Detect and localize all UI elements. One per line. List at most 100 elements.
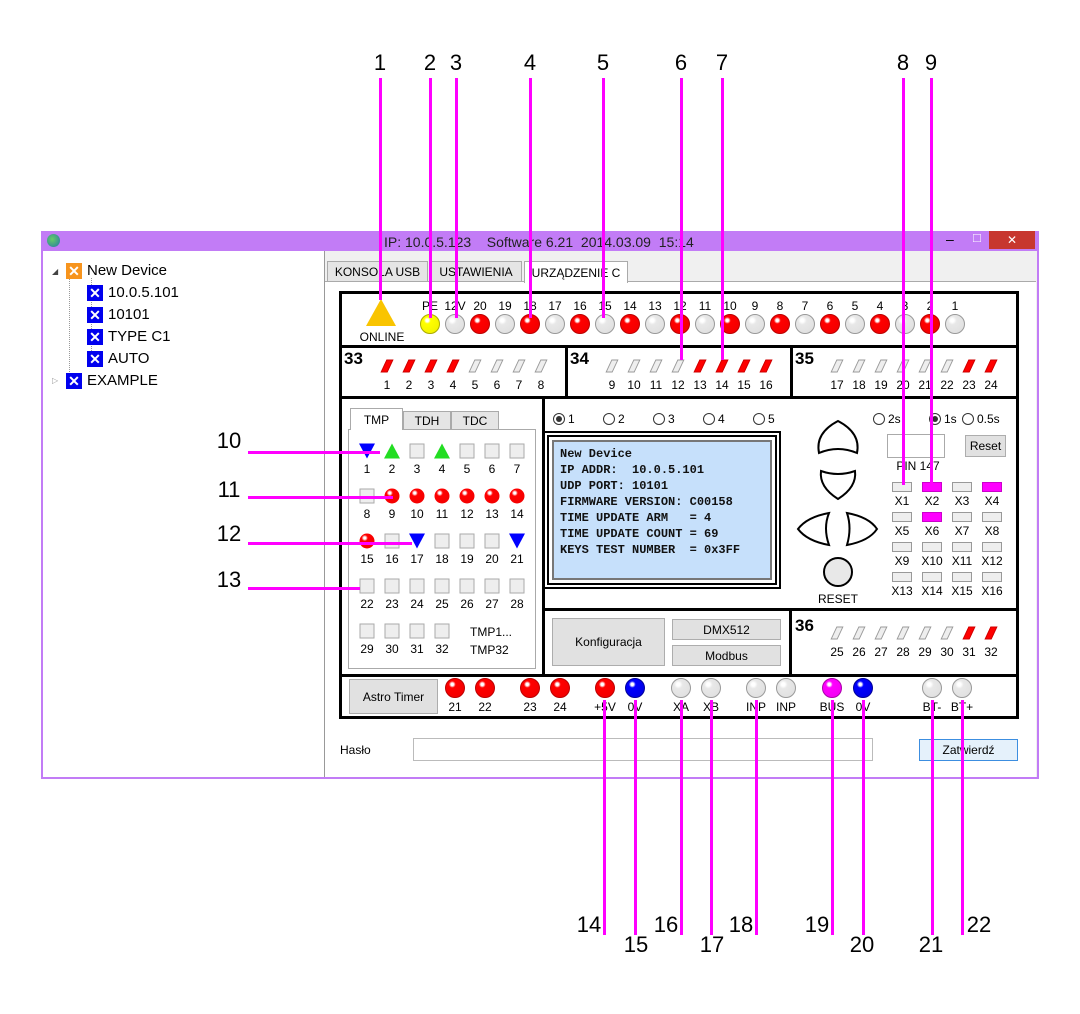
- property-icon: ✕: [87, 328, 103, 345]
- tmp-sensor-inactive: [509, 578, 525, 594]
- up-key[interactable]: [817, 419, 859, 455]
- radio-icon: [962, 413, 974, 425]
- divider: [339, 674, 1019, 677]
- maximize-button[interactable]: □: [973, 230, 981, 245]
- output-indicator: [982, 512, 1002, 522]
- output-label: X12: [981, 554, 1003, 568]
- interval-radio-0.5s[interactable]: 0.5s: [962, 412, 1000, 426]
- interval-radio-1s[interactable]: 1s: [929, 412, 957, 426]
- tree-node-type[interactable]: ✕ TYPE C1: [87, 328, 171, 345]
- output-label: X8: [984, 524, 1000, 538]
- led-label: 16: [573, 299, 587, 313]
- tab-tdh[interactable]: TDH: [403, 411, 451, 430]
- slot-indicator-label: 8: [537, 378, 545, 392]
- status-led: [570, 314, 590, 334]
- status-led: [695, 314, 715, 334]
- close-button[interactable]: ✕: [989, 231, 1035, 249]
- screen-radio-1[interactable]: 1: [553, 412, 575, 426]
- callout-line: [902, 78, 905, 485]
- terminal-label: 22: [478, 700, 492, 714]
- password-input[interactable]: [413, 738, 873, 761]
- output-indicator: [892, 542, 912, 552]
- tmp-sensor-label: 21: [510, 552, 524, 566]
- nav-keypad: [796, 419, 879, 587]
- lcd-line: TIME UPDATE ARM = 4: [560, 511, 712, 525]
- property-icon: ✕: [87, 350, 103, 367]
- pin-input[interactable]: [887, 434, 945, 458]
- tmp-sensor-label: 2: [388, 462, 396, 476]
- tab-konsola-usb[interactable]: KONSOLA USB: [327, 261, 428, 282]
- slot-indicator-label: 14: [715, 378, 729, 392]
- slot-indicator-label: 31: [962, 645, 976, 659]
- led-label: 17: [548, 299, 562, 313]
- output-label: X5: [894, 524, 910, 538]
- reset-key[interactable]: [823, 557, 853, 587]
- pin-reset-button[interactable]: Reset: [965, 435, 1006, 457]
- online-label: ONLINE: [359, 330, 405, 344]
- astro-timer-button[interactable]: Astro Timer: [349, 679, 438, 714]
- output-label: X10: [921, 554, 943, 568]
- right-key[interactable]: [845, 511, 879, 547]
- radio-label: 2: [618, 412, 625, 426]
- terminal-led: [520, 678, 540, 698]
- tab-ustawienia[interactable]: USTAWIENIA: [430, 261, 522, 282]
- minimize-button[interactable]: –: [946, 231, 954, 247]
- tmp-sensor-label: 20: [485, 552, 499, 566]
- callout-line: [379, 78, 382, 300]
- down-key[interactable]: [819, 469, 857, 501]
- dmx512-button[interactable]: DMX512: [672, 619, 781, 640]
- callout-number: 5: [596, 50, 610, 75]
- terminal-label: INP: [775, 700, 797, 714]
- tree-node-ip[interactable]: ✕ 10.0.5.101: [87, 284, 179, 301]
- callout-line: [634, 700, 637, 935]
- callout-number: 19: [804, 912, 830, 937]
- tmp-sensor-down-arrow-icon: [509, 533, 525, 549]
- output-indicator: [892, 512, 912, 522]
- tab-urzadzenie-c[interactable]: URZĄDZENIE C: [524, 261, 628, 283]
- tmp-sensor-label: 30: [385, 642, 399, 656]
- output-label: X13: [891, 584, 913, 598]
- divider: [339, 345, 1019, 348]
- tree-node-label: New Device: [87, 262, 168, 279]
- left-key[interactable]: [796, 511, 831, 547]
- tmp-sensor-label: 25: [435, 597, 449, 611]
- tmp-sensor-up-arrow-icon: [434, 443, 450, 459]
- konfiguracja-button[interactable]: Konfiguracja: [552, 618, 665, 666]
- terminal-led: [475, 678, 495, 698]
- tree-node-example[interactable]: ✕ EXAMPLE: [66, 372, 158, 389]
- slot-indicator-label: 12: [671, 378, 685, 392]
- screen-radio-3[interactable]: 3: [653, 412, 675, 426]
- radio-label: 5: [768, 412, 775, 426]
- tree-node-auto[interactable]: ✕ AUTO: [87, 350, 149, 367]
- expand-arrow-icon[interactable]: ▷: [52, 376, 58, 385]
- output-label: X4: [984, 494, 1000, 508]
- collapse-arrow-icon[interactable]: ◢: [52, 267, 58, 276]
- output-label: X6: [924, 524, 940, 538]
- radio-label: 1s: [944, 412, 957, 426]
- tmp-sensor-inactive: [459, 533, 475, 549]
- tree-node-new-device[interactable]: ✕ New Device: [66, 262, 167, 279]
- slot-indicator-label: 15: [737, 378, 751, 392]
- reset-key-label: RESET: [817, 592, 859, 606]
- tmp-sensor-red: [359, 533, 375, 549]
- led-label: 20: [473, 299, 487, 313]
- screen-radio-2[interactable]: 2: [603, 412, 625, 426]
- status-led: [770, 314, 790, 334]
- callout-number: 4: [523, 50, 537, 75]
- screen-radio-5[interactable]: 5: [753, 412, 775, 426]
- tree-node-port[interactable]: ✕ 10101: [87, 306, 150, 323]
- tab-tdc[interactable]: TDC: [451, 411, 499, 430]
- radio-label: 0.5s: [977, 412, 1000, 426]
- tmp-sensor-label: 4: [438, 462, 446, 476]
- screen-radio-4[interactable]: 4: [703, 412, 725, 426]
- tab-tmp[interactable]: TMP: [350, 408, 403, 430]
- slot-indicator-label: 18: [852, 378, 866, 392]
- callout-line: [680, 78, 683, 360]
- modbus-button[interactable]: Modbus: [672, 645, 781, 666]
- callout-number: 6: [674, 50, 688, 75]
- radio-icon: [553, 413, 565, 425]
- output-label: X7: [954, 524, 970, 538]
- callout-number: 22: [966, 912, 992, 937]
- tmp-sensor-label: 8: [363, 507, 371, 521]
- terminal-led: [445, 678, 465, 698]
